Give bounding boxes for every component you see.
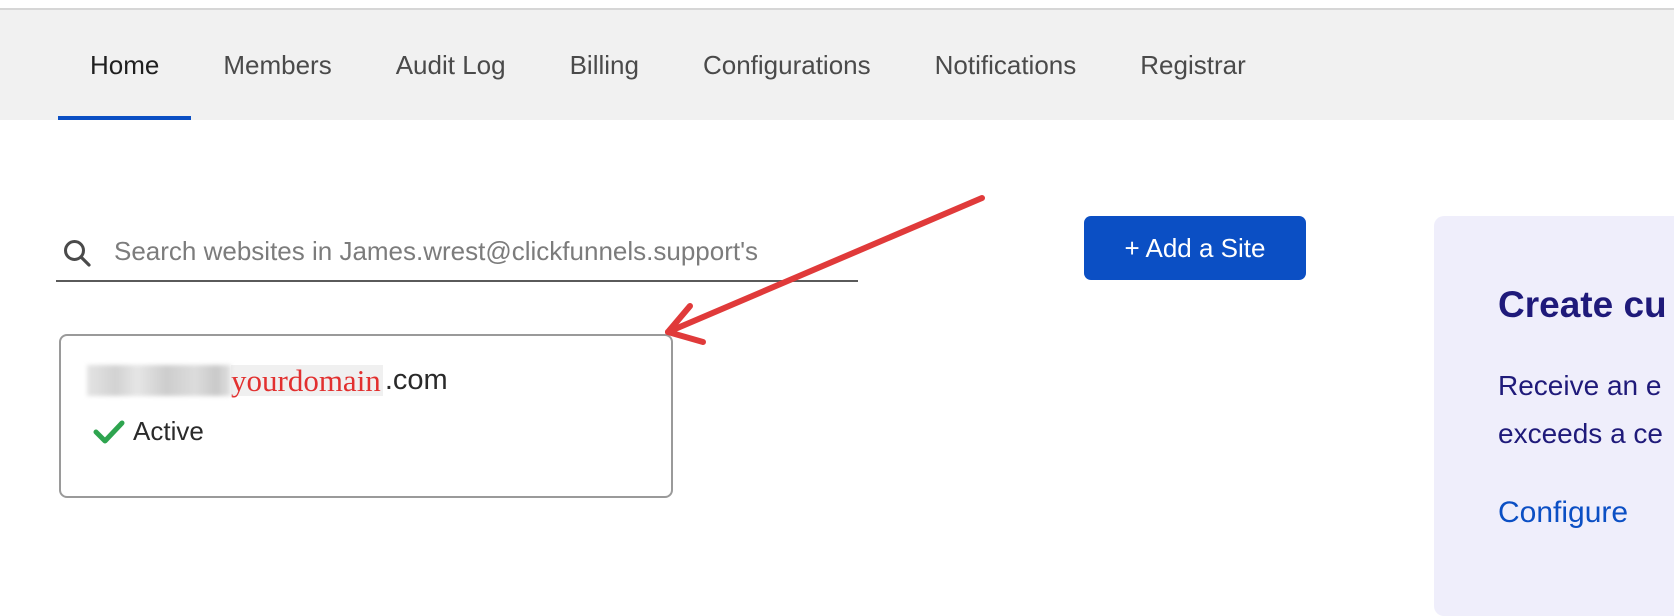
tab-members[interactable]: Members [191, 10, 363, 120]
arrow-head-lower [665, 329, 706, 345]
configure-link[interactable]: Configure [1498, 496, 1628, 530]
tab-label: Audit Log [395, 49, 506, 80]
tab-label: Registrar [1140, 49, 1246, 80]
account-nav: Home Members Audit Log Billing Configura… [0, 10, 1674, 120]
promo-body-line: Receive an e [1498, 370, 1662, 401]
tab-label: Home [90, 49, 160, 80]
tab-notifications[interactable]: Notifications [903, 10, 1109, 120]
arrow-head-upper [665, 303, 693, 335]
promo-card: Create cu Receive an e exceeds a ce Conf… [1434, 216, 1674, 616]
promo-body-line: exceeds a ce [1498, 418, 1663, 449]
search-icon [64, 240, 91, 267]
domain-name: yourdomain [231, 362, 383, 398]
add-site-button[interactable]: + Add a Site [1084, 216, 1306, 280]
check-icon [93, 420, 125, 443]
tab-list: Home Members Audit Log Billing Configura… [58, 10, 1278, 120]
domain-tld: .com [384, 363, 448, 396]
site-card[interactable]: yourdomain .com Active [59, 334, 673, 498]
search-input[interactable] [112, 230, 856, 272]
tab-label: Members [223, 49, 332, 80]
promo-body: Receive an e exceeds a ce [1498, 362, 1663, 458]
site-search [56, 222, 858, 282]
tab-billing[interactable]: Billing [538, 10, 671, 120]
promo-title: Create cu [1498, 284, 1667, 325]
tab-label: Configurations [702, 49, 871, 80]
tab-audit-log[interactable]: Audit Log [364, 10, 538, 120]
tab-home[interactable]: Home [58, 10, 192, 120]
status-text: Active [133, 416, 204, 446]
redacted-subdomain [87, 364, 231, 396]
site-domain: yourdomain .com [87, 363, 448, 397]
tab-label: Billing [569, 49, 639, 80]
site-status: Active [93, 416, 204, 447]
tab-registrar[interactable]: Registrar [1108, 10, 1277, 120]
tab-configurations[interactable]: Configurations [671, 10, 903, 120]
tab-label: Notifications [934, 49, 1077, 80]
